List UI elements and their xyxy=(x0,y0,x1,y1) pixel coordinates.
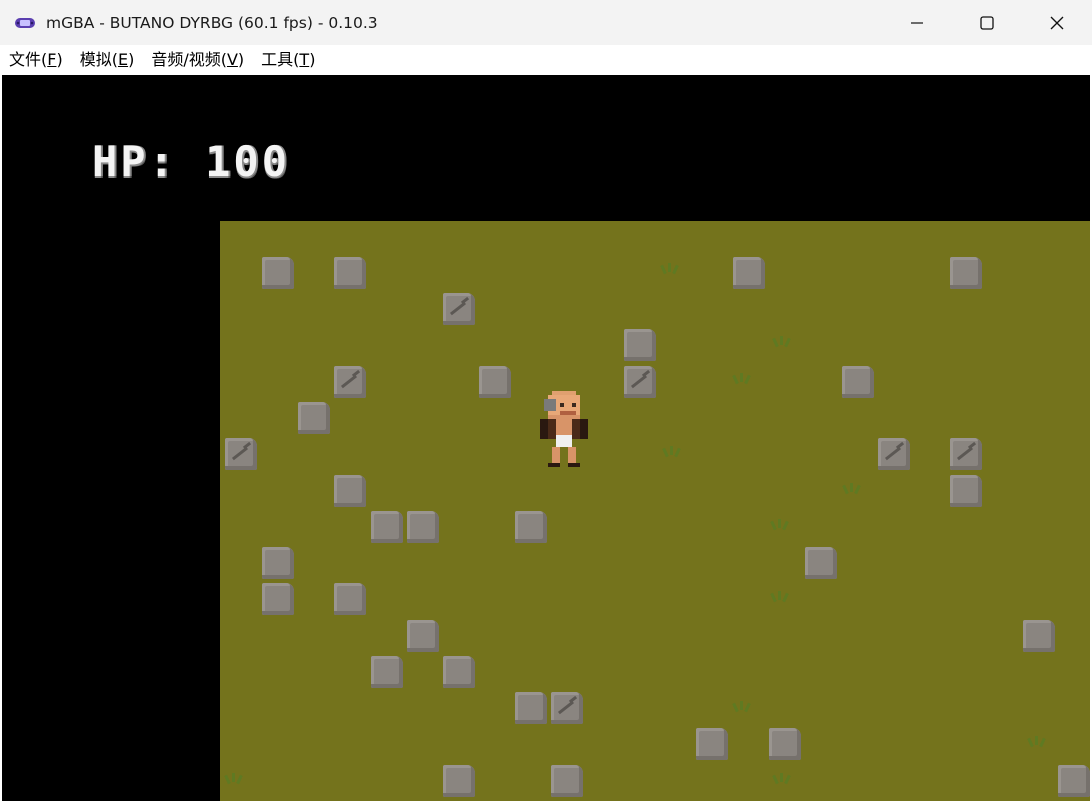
rock xyxy=(696,728,728,760)
rock xyxy=(769,728,801,760)
rock xyxy=(1023,620,1055,652)
cracked-rock xyxy=(334,366,366,398)
rock xyxy=(515,692,547,724)
hp-counter: HP: 100 xyxy=(92,137,291,186)
rock xyxy=(479,366,511,398)
rock xyxy=(334,583,366,615)
grass-field xyxy=(220,221,1090,801)
cracked-rock xyxy=(624,366,656,398)
minimize-icon[interactable] xyxy=(882,0,952,45)
grass-tuft xyxy=(660,446,684,460)
rock xyxy=(842,366,874,398)
grass-tuft xyxy=(730,373,754,387)
emulator-window: mGBA - BUTANO DYRBG (60.1 fps) - 0.10.3 … xyxy=(0,0,1092,803)
grass-tuft xyxy=(768,519,792,533)
cracked-rock xyxy=(878,438,910,470)
rock xyxy=(443,765,475,797)
grass-tuft xyxy=(730,701,754,715)
rock xyxy=(950,257,982,289)
rock xyxy=(624,329,656,361)
menu-tools[interactable]: 工具(T) xyxy=(252,45,323,75)
rock xyxy=(950,475,982,507)
grass-tuft xyxy=(222,773,246,787)
rock xyxy=(262,257,294,289)
rock xyxy=(515,511,547,543)
menu-emulation[interactable]: 模拟(E) xyxy=(71,45,143,75)
menu-bar: 文件(F) 模拟(E) 音频/视频(V) 工具(T) xyxy=(0,45,1092,75)
rock xyxy=(407,620,439,652)
game-screen[interactable]: HP: 100 xyxy=(2,75,1090,801)
rock xyxy=(298,402,330,434)
cracked-rock xyxy=(225,438,257,470)
close-icon[interactable] xyxy=(1022,0,1092,45)
grass-tuft xyxy=(658,263,682,277)
rock xyxy=(334,475,366,507)
rock xyxy=(733,257,765,289)
gba-icon xyxy=(14,16,36,30)
grass-tuft xyxy=(770,336,794,350)
rock xyxy=(262,547,294,579)
maximize-icon[interactable] xyxy=(952,0,1022,45)
player-character xyxy=(540,391,588,467)
menu-file[interactable]: 文件(F) xyxy=(0,45,71,75)
cracked-rock xyxy=(443,293,475,325)
rock xyxy=(1058,765,1090,797)
rock xyxy=(551,765,583,797)
rock xyxy=(443,656,475,688)
cracked-rock xyxy=(950,438,982,470)
rock xyxy=(371,656,403,688)
grass-tuft xyxy=(1025,736,1049,750)
title-bar[interactable]: mGBA - BUTANO DYRBG (60.1 fps) - 0.10.3 xyxy=(0,0,1092,45)
grass-tuft xyxy=(770,773,794,787)
cracked-rock xyxy=(551,692,583,724)
rock xyxy=(334,257,366,289)
rock xyxy=(371,511,403,543)
window-title: mGBA - BUTANO DYRBG (60.1 fps) - 0.10.3 xyxy=(46,13,378,32)
grass-tuft xyxy=(840,483,864,497)
grass-tuft xyxy=(768,591,792,605)
menu-audio-video[interactable]: 音频/视频(V) xyxy=(142,45,252,75)
rock xyxy=(805,547,837,579)
rock xyxy=(262,583,294,615)
window-controls xyxy=(882,0,1092,45)
rock xyxy=(407,511,439,543)
